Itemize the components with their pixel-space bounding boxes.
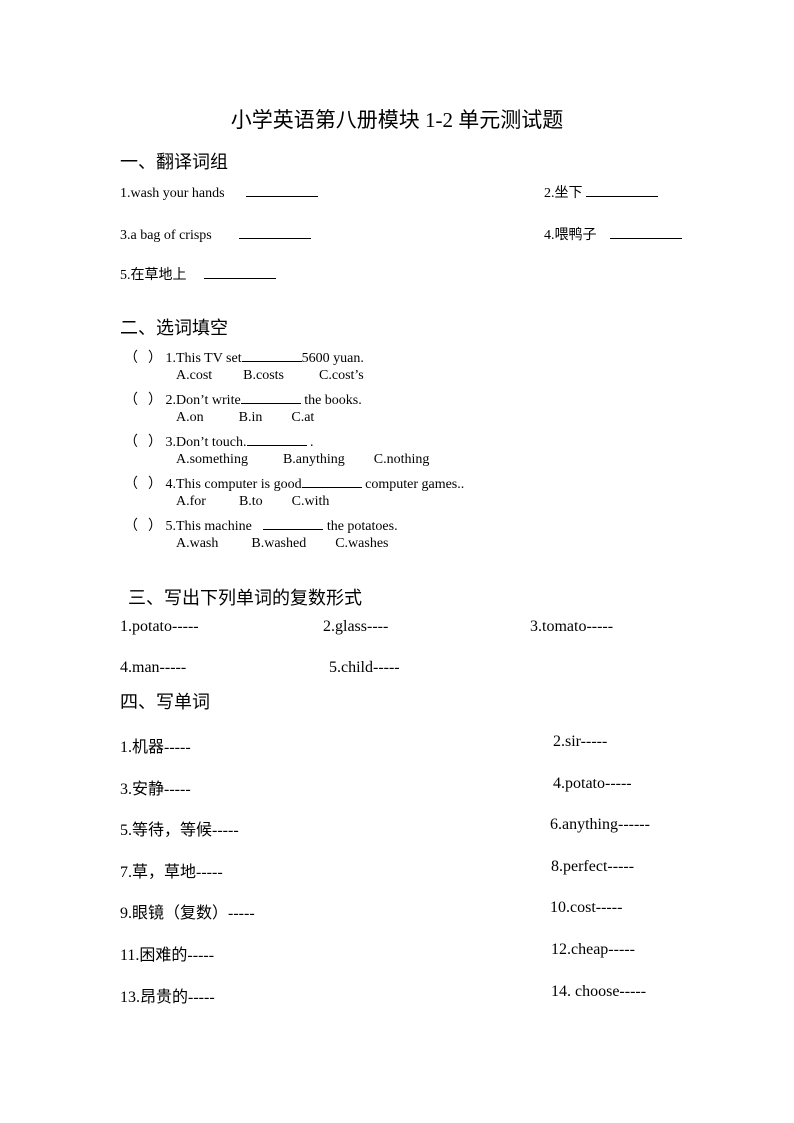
word-item-8: 8.perfect----- — [551, 858, 635, 875]
word-item-4: 4.potato----- — [553, 775, 632, 792]
word-item-12: 12.cheap----- — [551, 941, 635, 958]
word-item-7: 7.草，草地----- — [120, 864, 223, 881]
option-b: B.in — [238, 410, 263, 425]
plural-item-3: 3.tomato----- — [530, 618, 614, 635]
answer-blank[interactable] — [586, 182, 658, 197]
answer-blank[interactable] — [609, 224, 682, 239]
word-item-1: 1.机器----- — [120, 739, 191, 756]
question-text-after: the potatoes. — [323, 519, 398, 534]
option-b: B.washed — [251, 536, 307, 551]
section-1-heading: 一、翻译词组 — [120, 152, 228, 172]
item-text: 1.wash your hands — [120, 186, 225, 201]
paren-close: ） — [148, 477, 162, 492]
plural-item-4: 4.man----- — [120, 659, 187, 676]
option-c: C.washes — [335, 536, 389, 551]
answer-blank[interactable] — [240, 390, 301, 404]
question-text-before: 3.Don’t touch. — [165, 435, 247, 450]
item-text: 3.a bag of crisps — [120, 228, 212, 243]
option-a: A.cost — [176, 368, 213, 383]
paren-close: ） — [148, 351, 162, 366]
question-text-before: 1.This TV set — [165, 351, 242, 366]
answer-blank[interactable] — [203, 264, 276, 279]
answer-blank[interactable] — [241, 348, 302, 362]
paren-open: （ — [124, 351, 138, 366]
plural-item-2: 2.glass---- — [323, 618, 389, 635]
translate-item-3: 3.a bag of crisps — [120, 224, 311, 244]
translate-item-4: 4.喂鸭子 — [544, 224, 682, 244]
paren-close: ） — [148, 393, 162, 408]
paren-open: （ — [124, 393, 138, 408]
option-a: A.wash — [176, 536, 219, 551]
paren-close: ） — [148, 435, 162, 450]
option-b: B.anything — [282, 452, 345, 467]
question-1-options: A.cost B.costs C.cost’s — [176, 368, 364, 384]
word-item-14: 14. choose----- — [551, 983, 647, 1000]
answer-blank[interactable] — [245, 182, 318, 197]
question-4: （） 4.This computer is good computer game… — [124, 473, 464, 493]
item-text: 2.坐下 — [544, 186, 583, 201]
question-2: （） 2.Don’t write the books. — [124, 389, 362, 409]
item-text: 5.在草地上 — [120, 268, 187, 283]
section-4-heading: 四、写单词 — [120, 692, 210, 712]
question-3: （） 3.Don’t touch. . — [124, 431, 314, 451]
word-item-3: 3.安静----- — [120, 781, 191, 798]
word-item-11: 11.困难的----- — [120, 947, 215, 964]
word-item-5: 5.等待，等候----- — [120, 822, 239, 839]
translate-item-5: 5.在草地上 — [120, 264, 276, 284]
option-c: C.nothing — [373, 452, 430, 467]
answer-paren[interactable]: （） — [124, 389, 162, 409]
answer-paren[interactable]: （） — [124, 347, 162, 367]
question-4-options: A.for B.to C.with — [176, 494, 329, 510]
paren-open: （ — [124, 477, 138, 492]
question-text-after: the books. — [300, 393, 362, 408]
question-text-after: . — [306, 435, 314, 450]
answer-paren[interactable]: （） — [124, 515, 162, 535]
question-5-options: A.wash B.washed C.washes — [176, 536, 389, 552]
question-2-options: A.on B.in C.at — [176, 410, 314, 426]
word-item-13: 13.昂贵的----- — [120, 989, 215, 1006]
section-2-heading: 二、选词填空 — [120, 318, 228, 338]
answer-paren[interactable]: （） — [124, 473, 162, 493]
word-item-10: 10.cost----- — [550, 899, 623, 916]
question-text-after: 5600 yuan. — [301, 351, 364, 366]
option-c: C.with — [291, 494, 330, 509]
page-title: 小学英语第八册模块 1-2 单元测试题 — [230, 108, 564, 132]
answer-blank[interactable] — [246, 432, 307, 446]
translate-item-1: 1.wash your hands — [120, 182, 318, 202]
question-text-after: computer games.. — [361, 477, 465, 492]
question-1: （） 1.This TV set 5600 yuan. — [124, 347, 364, 367]
answer-blank[interactable] — [238, 224, 311, 239]
word-item-2: 2.sir----- — [553, 733, 608, 750]
question-text-before: 4.This computer is good — [165, 477, 302, 492]
option-c: C.at — [291, 410, 315, 425]
question-3-options: A.something B.anything C.nothing — [176, 452, 429, 468]
question-text-before: 5.This machine — [165, 519, 256, 534]
section-3-heading: 三、写出下列单词的复数形式 — [128, 588, 362, 608]
option-a: A.on — [176, 410, 204, 425]
answer-blank[interactable] — [263, 516, 324, 530]
item-text: 4.喂鸭子 — [544, 228, 597, 243]
plural-item-1: 1.potato----- — [120, 618, 199, 635]
question-text-before: 2.Don’t write — [165, 393, 241, 408]
plural-item-5: 5.child----- — [329, 659, 400, 676]
paren-open: （ — [124, 519, 138, 534]
option-a: A.something — [176, 452, 248, 467]
paren-close: ） — [148, 519, 162, 534]
option-a: A.for — [176, 494, 206, 509]
option-b: B.to — [238, 494, 263, 509]
translate-item-2: 2.坐下 — [544, 182, 658, 202]
word-item-9: 9.眼镜（复数）----- — [120, 905, 255, 922]
question-5: （） 5.This machine the potatoes. — [124, 515, 398, 535]
option-b: B.costs — [243, 368, 285, 383]
answer-paren[interactable]: （） — [124, 431, 162, 451]
option-c: C.cost’s — [319, 368, 364, 383]
answer-blank[interactable] — [301, 474, 362, 488]
word-item-6: 6.anything------ — [550, 816, 650, 833]
paren-open: （ — [124, 435, 138, 450]
